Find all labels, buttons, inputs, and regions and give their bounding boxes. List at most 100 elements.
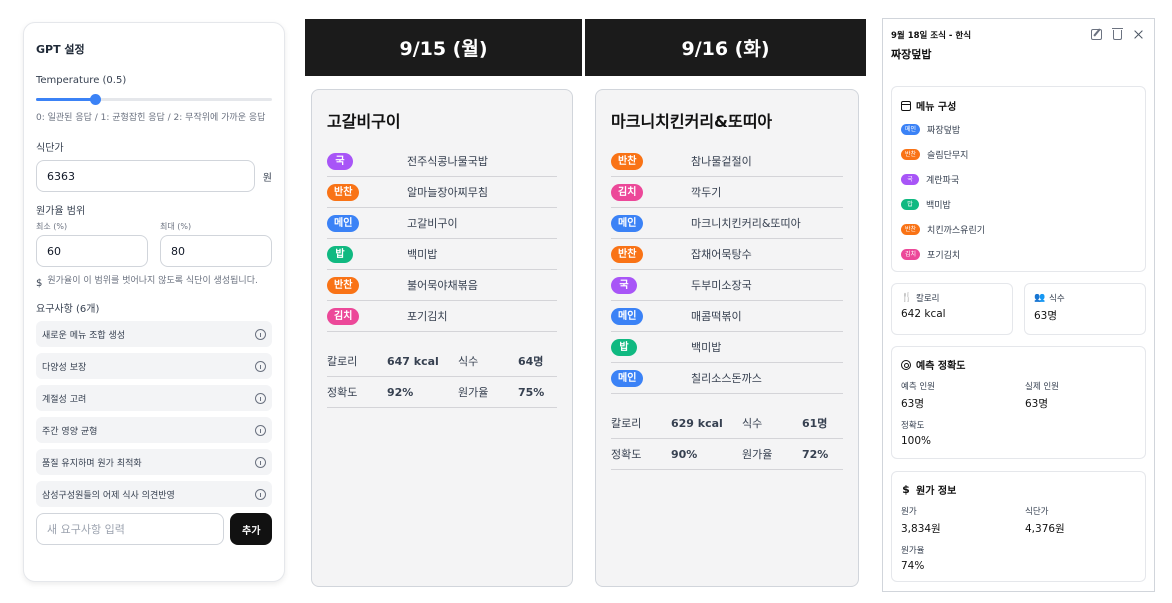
dish-category-badge: 국 (611, 276, 637, 294)
stat-accuracy-label: 정확도 (611, 448, 642, 461)
requirement-item[interactable]: 계절성 고려 (36, 385, 272, 411)
max-cost-input[interactable]: 80 (160, 235, 272, 267)
dish-name: 백미밥 (407, 248, 438, 261)
detail-menu-item: 밥 백미밥 (901, 192, 1136, 217)
cost-range-label: 원가율 범위 (36, 206, 86, 217)
count-value: 63명 (1034, 310, 1058, 322)
stat-cost: 72% (802, 447, 829, 461)
add-requirement-button[interactable]: 추가 (230, 513, 272, 545)
info-icon[interactable] (255, 392, 266, 404)
menu-category-badge: 밥 (901, 199, 919, 210)
menu-item-name: 계란파국 (926, 176, 960, 186)
info-icon[interactable] (255, 488, 266, 500)
requirement-item[interactable]: 주간 영양 균형 (36, 417, 272, 443)
dish-row: 밥 백미밥 (327, 239, 557, 270)
info-icon[interactable] (255, 360, 266, 372)
stat-calorie-label: 칼로리 (611, 417, 642, 430)
cost-rate-label: 원가율 (901, 546, 925, 556)
stat-accuracy: 90% (671, 447, 698, 461)
dish-row: 메인 칠리소스돈까스 (611, 363, 843, 394)
trash-icon[interactable] (1112, 28, 1123, 40)
dish-category-badge: 메인 (611, 369, 644, 387)
requirement-text: 삼성구성원들의 어제 식사 의견반영 (42, 490, 175, 501)
day-menu-title: 마크니치킨커리&또띠아 (611, 112, 773, 131)
info-icon[interactable] (255, 456, 266, 468)
menu-composition-box: 메뉴 구성 메인 짜장덮밥 반찬 슬림단무지 국 계란파국 밥 백미밥 반찬 치킨까스유린기 김치 포… (891, 86, 1146, 272)
stat-accuracy-label: 정확도 (327, 386, 358, 399)
day-header: 9/15 (월) (305, 19, 582, 76)
meal-price-label: 식단가 (1025, 507, 1049, 517)
requirement-item[interactable]: 새로운 메뉴 조합 생성 (36, 321, 272, 347)
meal-price-input[interactable]: 6363 (36, 160, 255, 192)
dish-row: 김치 깍두기 (611, 177, 843, 208)
people-icon: 👥 (1034, 293, 1046, 303)
dish-category-badge: 김치 (327, 307, 360, 325)
edit-icon[interactable] (1091, 29, 1102, 40)
menu-category-badge: 반찬 (901, 224, 921, 235)
close-icon[interactable] (1133, 29, 1144, 40)
menu-item-name: 짜장덮밥 (927, 126, 961, 136)
accuracy-value: 100% (901, 435, 932, 447)
cost-label: 원가 (901, 507, 917, 517)
requirement-item[interactable]: 품질 유지하며 원가 최적화 (36, 449, 272, 475)
day-menu-card[interactable]: 마크니치킨커리&또띠아 반찬 참나물겉절이 김치 깍두기 메인 마크니치킨커리&또띠아 반찬… (595, 89, 859, 587)
menu-section-title: 메뉴 구성 (916, 102, 957, 113)
requirement-item[interactable]: 다양성 보장 (36, 353, 272, 379)
menu-category-badge: 국 (901, 174, 919, 185)
dish-category-badge: 반찬 (327, 276, 360, 294)
dish-category-badge: 메인 (327, 214, 360, 232)
dish-category-badge: 반찬 (327, 183, 360, 201)
dish-category-badge: 메인 (611, 307, 644, 325)
target-icon (901, 359, 911, 370)
detail-menu-item: 반찬 치킨까스유린기 (901, 217, 1136, 242)
dish-name: 백미밥 (691, 341, 722, 354)
min-cost-input[interactable]: 60 (36, 235, 148, 267)
dish-name: 알마늘장아찌무침 (407, 186, 488, 199)
day-menu-card[interactable]: 고갈비구이 국 전주식콩나물국밥 반찬 알마늘장아찌무침 메인 고갈비구이 밥 백미밥 반찬 불어… (311, 89, 573, 587)
cost-info-box: $ 원가 정보 원가 3,834원 식단가 4,376원 원가율 74% (891, 471, 1146, 582)
dollar-icon: $ (902, 482, 910, 496)
dish-row: 메인 고갈비구이 (327, 208, 557, 239)
dish-list: 국 전주식콩나물국밥 반찬 알마늘장아찌무침 메인 고갈비구이 밥 백미밥 반찬 불어묵야채볶음 김… (327, 146, 557, 332)
meal-price-value: 4,376원 (1025, 523, 1065, 535)
dish-list: 반찬 참나물겉절이 김치 깍두기 메인 마크니치킨커리&또띠아 반찬 잡채어묵탕수 국 두부미소장… (611, 146, 843, 394)
temperature-slider[interactable] (36, 94, 272, 105)
meal-detail-panel: 9월 18일 조식 - 한식 짜장덮밥 메뉴 구성 메인 짜장덮밥 반찬 슬림단무지 국… (882, 18, 1155, 592)
detail-menu-item: 김치 포기김치 (901, 242, 1136, 267)
new-requirement-input[interactable]: 새 요구사항 입력 (36, 513, 225, 545)
dollar-icon: $ (36, 278, 43, 289)
actual-label: 실제 인원 (1025, 382, 1059, 392)
cost-rate-value: 74% (901, 560, 925, 572)
dish-row: 반찬 잡채어묵탕수 (611, 239, 843, 270)
stat-count-label: 식수 (458, 355, 479, 368)
detail-menu-item: 메인 짜장덮밥 (901, 117, 1136, 142)
dish-category-badge: 김치 (611, 183, 644, 201)
dish-category-badge: 메인 (611, 214, 644, 232)
calorie-label: 칼로리 (916, 294, 940, 304)
cost-section-title: 원가 정보 (916, 486, 957, 497)
calorie-box: 🍴 칼로리 642 kcal (891, 283, 1013, 335)
requirement-text: 품질 유지하며 원가 최적화 (42, 458, 142, 469)
stat-row: 정확도 92% 원가율 75% (327, 377, 557, 408)
info-icon[interactable] (255, 424, 266, 436)
dish-row: 김치 포기김치 (327, 301, 557, 332)
dish-category-badge: 반찬 (611, 152, 644, 170)
dish-name: 칠리소스돈까스 (691, 372, 762, 385)
fork-knife-icon: 🍴 (901, 293, 913, 303)
menu-item-name: 포기김치 (927, 251, 961, 261)
stat-row: 정확도 90% 원가율 72% (611, 439, 843, 470)
dish-name: 전주식콩나물국밥 (407, 155, 488, 168)
gpt-settings-panel: GPT 설정 Temperature (0.5) 0: 일관된 응답 / 1: … (23, 22, 285, 582)
temperature-hint: 0: 일관된 응답 / 1: 균형잡힌 응답 / 2: 무작위에 가까운 응답 (36, 113, 266, 123)
dish-name: 포기김치 (407, 310, 448, 323)
slider-thumb[interactable] (90, 94, 101, 105)
count-label: 식수 (1049, 294, 1065, 304)
day-stats: 칼로리 629 kcal 식수 61명 정확도 90% 원가율 72% (611, 408, 843, 470)
settings-title: GPT 설정 (36, 43, 85, 56)
requirements-label: 요구사항 (6개) (36, 304, 100, 315)
slider-fill (36, 98, 95, 101)
info-icon[interactable] (255, 328, 266, 340)
dish-name: 두부미소장국 (691, 279, 752, 292)
requirement-item[interactable]: 삼성구성원들의 어제 식사 의견반영 (36, 481, 272, 507)
dish-row: 메인 마크니치킨커리&또띠아 (611, 208, 843, 239)
